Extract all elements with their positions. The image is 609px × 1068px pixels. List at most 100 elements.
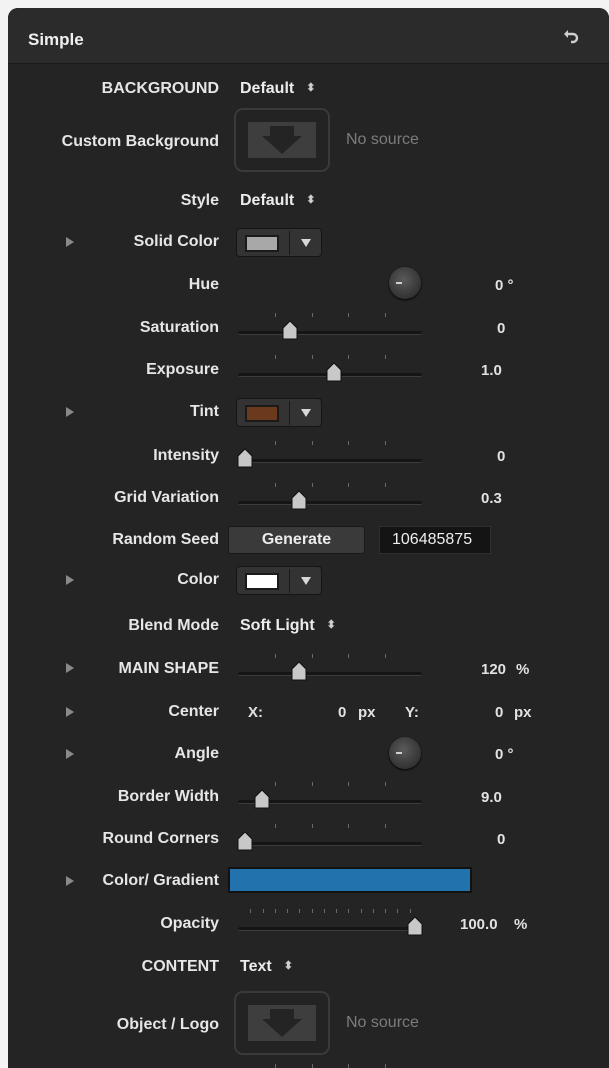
- rotation-dial-icon[interactable]: [389, 267, 421, 299]
- blend-mode-row: Blend Mode Soft Light ⬍: [8, 611, 609, 641]
- color-gradient-row: Color/ Gradient: [8, 867, 609, 897]
- slider-thumb-icon[interactable]: [406, 916, 424, 936]
- slider-track: [238, 459, 422, 463]
- swatch-divider: [289, 231, 290, 255]
- saturation-slider[interactable]: [238, 312, 422, 342]
- color-well[interactable]: [236, 566, 322, 595]
- generate-button[interactable]: Generate: [228, 526, 365, 554]
- slider-thumb-icon[interactable]: [236, 448, 254, 468]
- dropdown-triangle-icon[interactable]: [301, 239, 311, 247]
- disclosure-triangle-icon[interactable]: [66, 407, 74, 417]
- background-label: BACKGROUND: [101, 80, 219, 97]
- content-popup[interactable]: Text ⬍: [240, 958, 293, 976]
- slider-tick: [250, 909, 251, 913]
- dropdown-triangle-icon[interactable]: [301, 577, 311, 585]
- panel-header: Simple: [8, 8, 609, 64]
- background-row: BACKGROUND Default ⬍: [8, 74, 609, 104]
- dropdown-triangle-icon[interactable]: [301, 409, 311, 417]
- slider-tick: [299, 909, 300, 913]
- slider-tick: [312, 313, 313, 317]
- disclosure-triangle-icon[interactable]: [66, 707, 74, 717]
- grid-variation-value: 0.3: [481, 490, 502, 507]
- slider-tick: [312, 909, 313, 913]
- object-logo-drop-well[interactable]: [234, 991, 330, 1055]
- drop-well-face: [248, 122, 316, 158]
- slider-tick: [385, 824, 386, 828]
- slider-tick: [312, 1064, 313, 1068]
- main-shape-value: 120: [481, 661, 507, 678]
- intensity-value: 0: [497, 448, 506, 465]
- revert-arrow-icon[interactable]: [562, 26, 582, 46]
- slider-tick: [275, 824, 276, 828]
- exposure-value: 1.0: [481, 362, 502, 379]
- round-corners-row: Round Corners 0: [8, 823, 609, 853]
- slider-thumb-icon[interactable]: [290, 661, 308, 681]
- slider-tick: [324, 909, 325, 913]
- opacity-value: 100.0: [460, 916, 498, 933]
- up-down-arrows-icon: ⬍: [306, 82, 316, 94]
- opacity-slider[interactable]: [238, 908, 424, 938]
- intensity-slider[interactable]: [236, 440, 422, 470]
- solid-color-well[interactable]: [236, 228, 322, 257]
- cut-off-row: [8, 1063, 609, 1068]
- center-y-value[interactable]: 0: [495, 704, 503, 721]
- object-logo-row: Object / Logo No source: [8, 991, 609, 1055]
- center-x-value[interactable]: 0: [338, 704, 346, 721]
- slider-tick: [312, 483, 313, 487]
- drop-arrow-icon: [262, 126, 302, 154]
- custom-background-row: Custom Background No source: [8, 108, 609, 172]
- slider-tick: [275, 355, 276, 359]
- color-swatch: [245, 573, 279, 590]
- seed-field[interactable]: 106485875: [379, 526, 491, 554]
- background-popup[interactable]: Default ⬍: [240, 80, 315, 98]
- slider-tick: [385, 355, 386, 359]
- border-width-row: Border Width 9.0: [8, 781, 609, 811]
- solid-color-label: Solid Color: [133, 233, 219, 250]
- main-shape-slider[interactable]: [238, 653, 422, 683]
- slider-tick: [348, 1064, 349, 1068]
- object-logo-source: No source: [346, 1014, 419, 1031]
- slider-thumb-icon[interactable]: [253, 789, 271, 809]
- round-corners-slider[interactable]: [236, 823, 422, 853]
- rotation-dial-icon[interactable]: [389, 737, 421, 769]
- border-width-slider[interactable]: [238, 781, 422, 811]
- slider-tick: [385, 782, 386, 786]
- round-corners-label: Round Corners: [102, 830, 219, 847]
- up-down-arrows-icon: ⬍: [283, 960, 293, 972]
- slider-thumb-icon[interactable]: [325, 362, 343, 382]
- slider-track: [238, 331, 422, 335]
- style-popup[interactable]: Default ⬍: [240, 192, 315, 210]
- saturation-value: 0: [497, 320, 506, 337]
- solid-color-row: Solid Color: [8, 227, 609, 257]
- disclosure-triangle-icon[interactable]: [66, 663, 74, 673]
- custom-background-drop-well[interactable]: [234, 108, 330, 172]
- slider-ticks: [238, 654, 422, 660]
- angle-label: Angle: [174, 745, 219, 762]
- tint-label: Tint: [189, 403, 219, 420]
- disclosure-triangle-icon[interactable]: [66, 749, 74, 759]
- slider-tick: [275, 313, 276, 317]
- gradient-color-bar[interactable]: [228, 867, 472, 893]
- tint-row: Tint: [8, 397, 609, 427]
- saturation-row: Saturation 0: [8, 312, 609, 342]
- slider-tick: [348, 483, 349, 487]
- blend-mode-popup[interactable]: Soft Light ⬍: [240, 617, 336, 635]
- disclosure-triangle-icon[interactable]: [66, 237, 74, 247]
- slider-tick: [275, 1064, 276, 1068]
- disclosure-triangle-icon[interactable]: [66, 876, 74, 886]
- hue-row: Hue 0 °: [8, 267, 609, 300]
- exposure-slider[interactable]: [238, 354, 422, 384]
- slider-track: [238, 672, 422, 676]
- slider-tick: [275, 654, 276, 658]
- slider-thumb-icon[interactable]: [290, 490, 308, 510]
- blend-mode-value: Soft Light: [240, 617, 315, 634]
- tint-color-well[interactable]: [236, 398, 322, 427]
- border-width-label: Border Width: [117, 788, 219, 805]
- center-y-label: Y:: [405, 704, 419, 721]
- slider-tick: [336, 909, 337, 913]
- disclosure-triangle-icon[interactable]: [66, 575, 74, 585]
- custom-background-label: Custom Background: [61, 133, 219, 150]
- slider-thumb-icon[interactable]: [281, 320, 299, 340]
- slider-thumb-icon[interactable]: [236, 831, 254, 851]
- grid-variation-slider[interactable]: [238, 482, 422, 512]
